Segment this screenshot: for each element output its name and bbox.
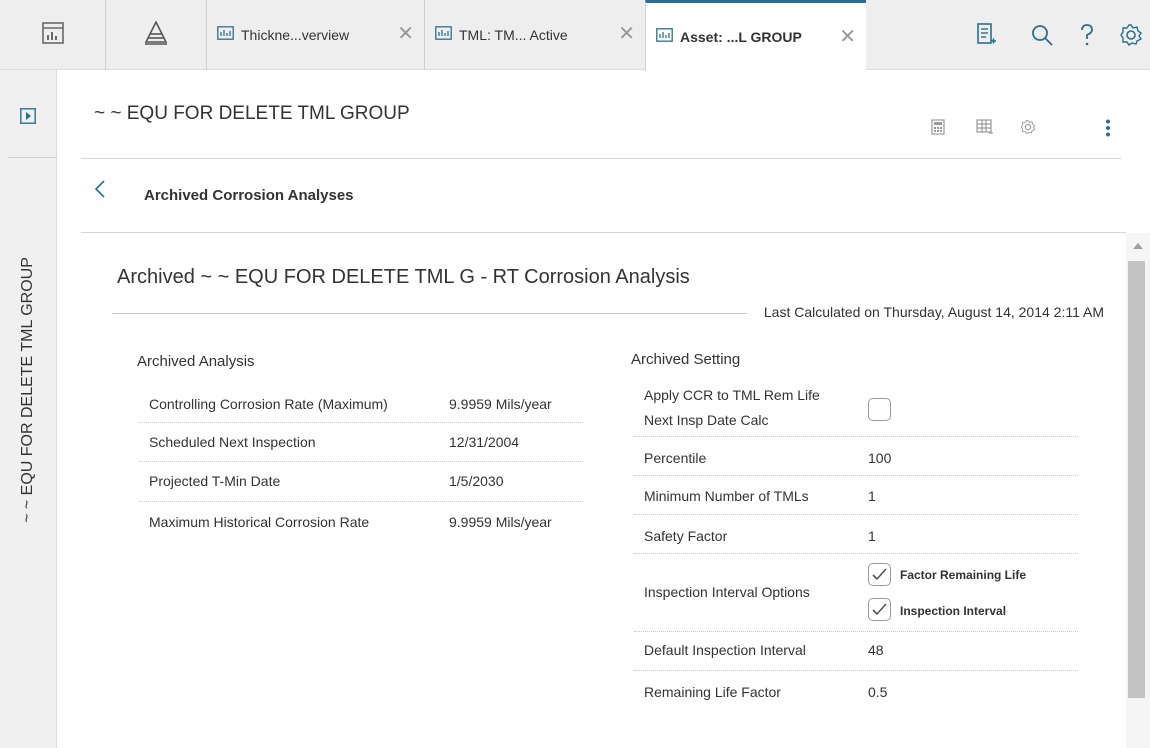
table-row: Maximum Historical Corrosion Rate 9.9959… [139,502,583,542]
table-row: Default Inspection Interval 48 [634,632,1078,671]
tab-tml-active[interactable]: TML: TM... Active ✕ [424,0,645,70]
row-label: Next Insp Date Calc [644,412,769,428]
dashboard-icon [41,21,65,50]
archived-analysis-table: Controlling Corrosion Rate (Maximum) 9.9… [139,384,583,542]
row-label: Inspection Interval Options [644,584,810,600]
header-divider [81,158,1121,159]
scrollbar-thumb[interactable] [1128,261,1145,698]
row-value: 12/31/2004 [449,434,520,450]
row-value: 48 [868,642,884,658]
more-options-icon[interactable] [1104,119,1122,137]
title-divider [112,313,747,314]
row-label: Remaining Life Factor [644,684,781,700]
row-value: 1/5/2030 [449,473,504,489]
chart-icon [656,27,673,47]
table-row: Scheduled Next Inspection 12/31/2004 [139,423,583,462]
row-label: Minimum Number of TMLs [644,488,809,504]
option-label: Factor Remaining Life [900,568,1027,582]
tab-label: TML: TM... Active [459,27,568,43]
gear-icon[interactable] [1118,22,1144,48]
row-label: Apply CCR to TML Rem Life [644,387,820,403]
close-icon[interactable]: ✕ [618,24,635,44]
analysis-title: Archived ~ ~ EQU FOR DELETE TML G - RT C… [117,266,690,288]
row-value: 100 [868,450,892,466]
search-icon[interactable] [1029,22,1055,48]
content-divider [81,232,1126,233]
row-value: 0.5 [868,684,888,700]
dashboard-button[interactable] [0,0,106,70]
inspection-interval-checkbox[interactable] [868,598,891,621]
section-heading: Archived Corrosion Analyses [144,187,354,204]
tab-thickness-overview[interactable]: Thickne...verview ✕ [206,0,424,70]
home-button[interactable] [106,0,206,70]
row-label: Controlling Corrosion Rate (Maximum) [149,396,388,412]
apply-ccr-checkbox[interactable] [868,398,891,421]
row-label: Projected T-Min Date [149,473,281,489]
table-row: Percentile 100 [634,437,1078,476]
scroll-up-arrow[interactable] [1133,243,1143,249]
table-row: Apply CCR to TML Rem Life Next Insp Date… [634,381,1078,437]
factor-remaining-life-checkbox[interactable] [868,563,891,586]
calculator-icon[interactable] [931,119,949,137]
row-value: 1 [868,528,876,544]
rail-divider [8,157,57,158]
option-label: Inspection Interval [900,604,1007,618]
table-icon[interactable] [976,119,994,137]
table-row: Minimum Number of TMLs 1 [634,476,1078,515]
tab-label: Thickne...verview [241,27,350,43]
row-label: Safety Factor [644,528,728,544]
chart-icon [435,25,452,45]
row-value: 1 [868,488,876,504]
table-row: Controlling Corrosion Rate (Maximum) 9.9… [139,384,583,423]
archived-analysis-heading: Archived Analysis [137,353,255,370]
row-label: Default Inspection Interval [644,642,806,658]
row-label: Scheduled Next Inspection [149,434,316,450]
tab-asset-group[interactable]: Asset: ...L GROUP ✕ [645,0,866,71]
expand-panel-icon[interactable] [20,108,36,124]
table-row: Inspection Interval Options Factor Remai… [634,554,1078,632]
page-title: ~ ~ EQU FOR DELETE TML GROUP [94,103,410,124]
help-icon[interactable] [1074,22,1100,48]
close-icon[interactable]: ✕ [397,24,414,44]
chart-icon [217,25,234,45]
archived-setting-table: Apply CCR to TML Rem Life Next Insp Date… [634,381,1078,711]
left-rail: ~ ~ EQU FOR DELETE TML GROUP [0,70,57,748]
tab-label: Asset: ...L GROUP [680,29,802,45]
new-document-icon[interactable] [973,22,999,48]
settings-icon[interactable] [1020,119,1038,137]
table-row: Projected T-Min Date 1/5/2030 [139,462,583,502]
pyramid-icon [144,19,168,50]
row-label: Percentile [644,450,707,466]
table-row: Safety Factor 1 [634,515,1078,554]
row-label: Maximum Historical Corrosion Rate [149,514,370,530]
table-row: Remaining Life Factor 0.5 [634,671,1078,711]
back-icon[interactable] [94,179,110,201]
row-value: 9.9959 Mils/year [449,396,552,412]
row-value: 9.9959 Mils/year [449,514,552,530]
top-tab-bar: Thickne...verview ✕ TML: TM... Active ✕ … [0,0,1150,71]
archived-setting-heading: Archived Setting [631,351,741,368]
close-icon[interactable]: ✕ [839,27,856,47]
rail-asset-title: ~ ~ EQU FOR DELETE TML GROUP [19,257,36,523]
